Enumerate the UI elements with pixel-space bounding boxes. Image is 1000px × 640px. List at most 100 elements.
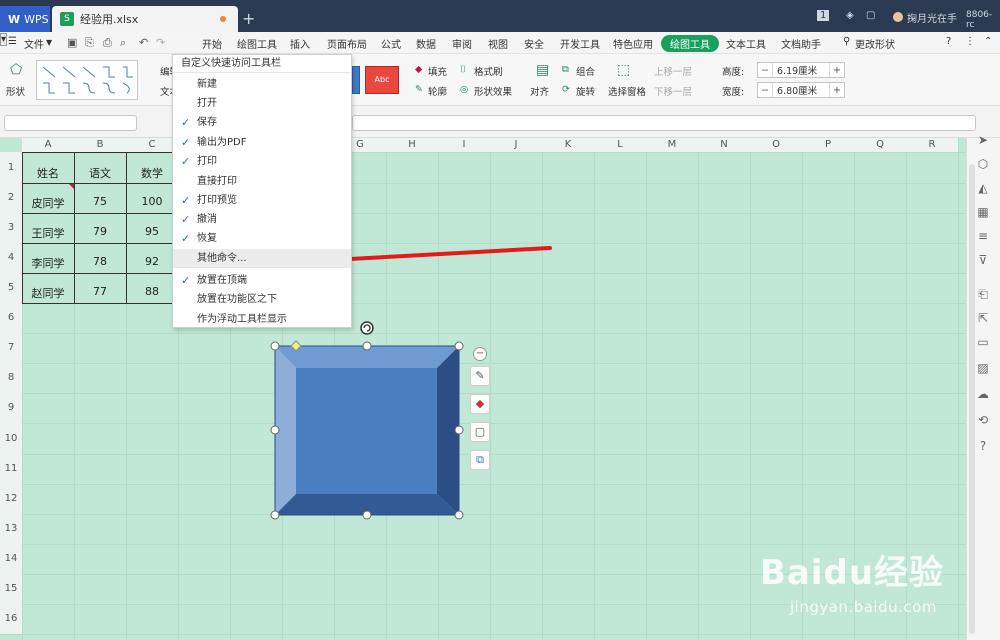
outline-button[interactable]: 轮廓 — [428, 84, 447, 98]
quick-access-menu-item[interactable]: ✓ 放置在顶端 — [173, 271, 351, 290]
cursor-icon[interactable]: ➤ — [975, 132, 991, 148]
table-pane-icon[interactable]: ▦ — [975, 204, 991, 220]
resize-handle-n[interactable] — [362, 341, 372, 351]
quick-access-menu-item[interactable]: 作为浮动工具栏显示 — [173, 310, 351, 329]
table-cell[interactable]: 100 — [126, 195, 178, 208]
tab-page-layout[interactable]: 页面布局 — [327, 36, 367, 51]
quick-access-menu-item[interactable]: 新建 — [173, 75, 351, 94]
share-pane-icon[interactable]: ⇱ — [975, 310, 991, 326]
resize-handle-s[interactable] — [362, 510, 372, 520]
column-header[interactable]: K — [542, 138, 594, 152]
skin-icon[interactable]: ◈ — [846, 10, 854, 21]
filter-pane-icon[interactable]: ⊽ — [975, 252, 991, 268]
backup-cloud-icon[interactable]: ☁ — [975, 386, 991, 402]
tab-review[interactable]: 审阅 — [452, 36, 472, 51]
name-box[interactable] — [4, 115, 137, 131]
table-cell[interactable]: 92 — [126, 255, 178, 268]
quick-access-menu-item[interactable]: ✓ 保存 — [173, 113, 351, 132]
width-stepper[interactable]: − 6.80厘米 + — [757, 82, 845, 98]
column-header[interactable]: I — [438, 138, 490, 152]
user-name[interactable]: 掬月光在手 — [907, 10, 957, 25]
collapse-ribbon-icon[interactable]: ⌃ — [984, 36, 992, 47]
quick-access-menu-item[interactable]: ✓ 打印 — [173, 152, 351, 171]
undo-icon[interactable]: ↶ — [139, 36, 148, 49]
settings-pane-icon[interactable]: ≡ — [975, 228, 991, 244]
table-cell[interactable]: 75 — [74, 195, 126, 208]
column-header[interactable]: P — [802, 138, 854, 152]
table-cell[interactable]: 赵同学 — [22, 285, 74, 301]
column-header[interactable]: J — [490, 138, 542, 152]
column-header[interactable]: N — [698, 138, 750, 152]
tab-doc-helper[interactable]: 文档助手 — [781, 36, 821, 51]
row-header[interactable]: 4 — [0, 243, 22, 273]
row-header[interactable]: 11 — [0, 454, 22, 484]
shape-pane-icon[interactable]: ⬡ — [975, 156, 991, 172]
table-cell[interactable]: 李同学 — [22, 255, 74, 271]
align-button[interactable]: 对齐 — [530, 84, 549, 98]
table-cell[interactable]: 79 — [74, 225, 126, 238]
width-value[interactable]: 6.80厘米 — [772, 83, 830, 97]
column-header[interactable]: R — [906, 138, 958, 152]
search-shape-input[interactable]: 更改形状 — [855, 36, 895, 51]
avatar[interactable] — [893, 12, 903, 22]
row-header[interactable]: 7 — [0, 333, 22, 363]
bring-forward-button[interactable]: 上移一层 — [654, 64, 692, 78]
window-icon[interactable]: ▢ — [866, 10, 875, 21]
column-header[interactable]: O — [750, 138, 802, 152]
row-header[interactable]: 9 — [0, 393, 22, 423]
height-increment-button[interactable]: + — [830, 65, 844, 76]
tab-data[interactable]: 数据 — [416, 36, 436, 51]
float-more-button[interactable]: ⧉ — [470, 450, 490, 470]
tab-security[interactable]: 安全 — [524, 36, 544, 51]
quick-access-menu-item[interactable]: 放置在功能区之下 — [173, 290, 351, 309]
quick-access-menu-item[interactable]: ✓ 恢复 — [173, 229, 351, 248]
quick-access-menu-item[interactable]: ✓ 输出为PDF — [173, 133, 351, 152]
column-header[interactable]: B — [74, 138, 126, 152]
row-header[interactable]: 2 — [0, 183, 22, 213]
resize-handle-e[interactable] — [454, 425, 464, 435]
table-header-cell[interactable]: 语文 — [74, 165, 126, 181]
rotate-handle[interactable] — [360, 321, 374, 335]
quick-access-menu-item[interactable]: 直接打印 — [173, 172, 351, 191]
table-cell[interactable]: 95 — [126, 225, 178, 238]
column-header[interactable]: A — [22, 138, 74, 152]
rotate-icon[interactable] — [360, 321, 374, 335]
print-icon[interactable]: ⎙ — [103, 36, 112, 50]
file-menu[interactable]: 文件 — [24, 36, 44, 51]
format-brush-button[interactable]: 格式刷 — [474, 64, 503, 78]
row-header[interactable]: 13 — [0, 514, 22, 544]
column-header[interactable]: C — [126, 138, 178, 152]
select-pane-button[interactable]: 选择窗格 — [608, 84, 646, 98]
float-outline-button[interactable]: ✎ — [470, 366, 490, 386]
tab-formula[interactable]: 公式 — [381, 36, 401, 51]
resize-handle-se[interactable] — [454, 510, 464, 520]
tab-special-apps[interactable]: 特色应用 — [613, 36, 653, 51]
tab-drawing-tools-active[interactable]: 绘图工具 — [661, 35, 719, 52]
shape-effect-button[interactable]: 形状效果 — [474, 84, 512, 98]
shape-style-red-swatch[interactable]: Abc — [365, 66, 399, 94]
table-cell[interactable]: 78 — [74, 255, 126, 268]
table-cell[interactable]: 88 — [126, 285, 178, 298]
float-toolbar-collapse-button[interactable]: − — [473, 347, 487, 361]
rotate-button[interactable]: 旋转 — [576, 84, 595, 98]
save-icon[interactable]: ▣ — [67, 36, 77, 49]
export-pdf-icon[interactable]: ⎘ — [85, 36, 94, 50]
tab-start[interactable]: 开始 — [202, 36, 222, 51]
table-header-cell[interactable]: 姓名 — [22, 165, 74, 181]
document-tab[interactable]: S 经验用.xlsx — [52, 6, 238, 32]
help-icon[interactable]: ? — [946, 36, 951, 47]
column-header[interactable]: M — [646, 138, 698, 152]
row-header[interactable]: 1 — [0, 152, 22, 183]
resize-handle-nw[interactable] — [270, 341, 280, 351]
row-header[interactable]: 10 — [0, 423, 22, 454]
row-header[interactable]: 15 — [0, 574, 22, 604]
table-header-cell[interactable]: 数学 — [126, 165, 178, 181]
table-cell[interactable]: 77 — [74, 285, 126, 298]
redo-icon[interactable]: ↷ — [156, 36, 165, 49]
history-icon[interactable]: ⟲ — [975, 412, 991, 428]
row-header[interactable]: 3 — [0, 213, 22, 243]
fill-button[interactable]: 填充 — [428, 64, 447, 78]
column-header[interactable]: L — [594, 138, 646, 152]
tab-insert[interactable]: 插入 — [290, 36, 310, 51]
box-pane-icon[interactable]: ▭ — [975, 334, 991, 350]
